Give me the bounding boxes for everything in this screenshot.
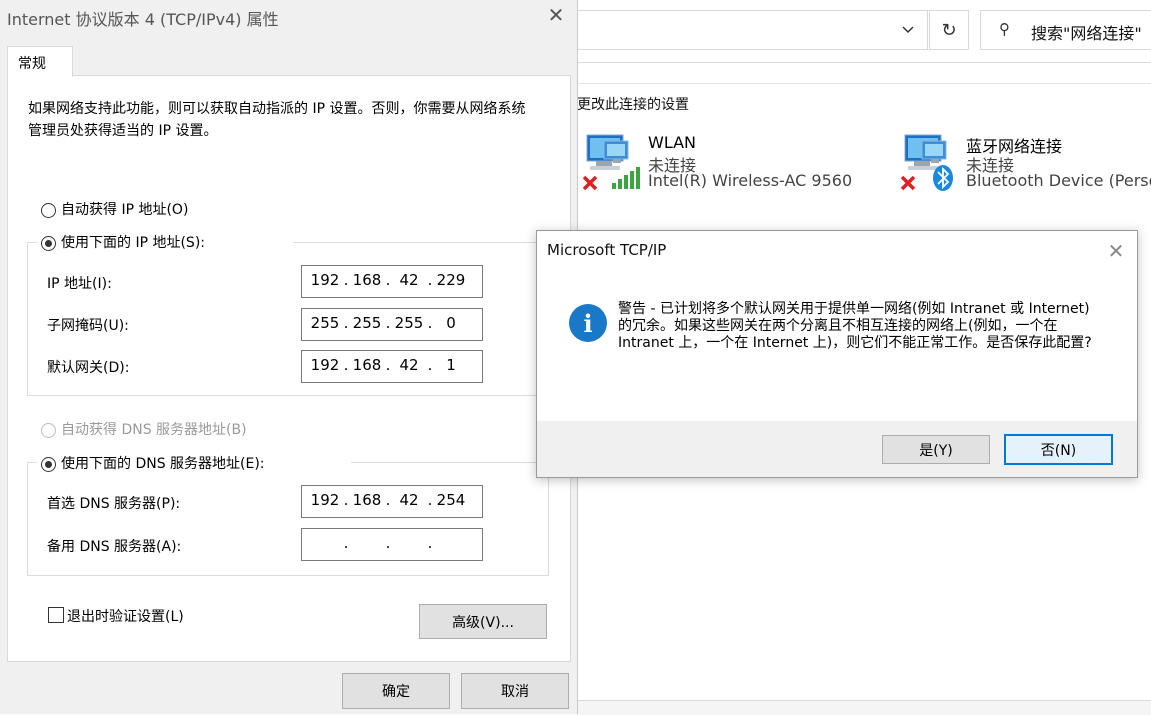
dialog-title: Internet 协议版本 4 (TCP/IPv4) 属性 <box>7 10 279 29</box>
ok-button-label: 确定 <box>382 684 410 700</box>
bluetooth-adapter-icon <box>900 134 953 191</box>
octet-dot: . <box>343 491 349 509</box>
preferred-dns-label: 首选 DNS 服务器(P): <box>47 496 181 512</box>
octet-dot: . <box>385 534 391 552</box>
chevron-down-icon[interactable] <box>893 11 923 49</box>
command-bar: 更改此连接的设置 <box>577 83 1151 124</box>
ipv4-properties-dialog: Internet 协议版本 4 (TCP/IPv4) 属性 ✕ 常规 如果网络支… <box>0 0 578 714</box>
tab-general[interactable]: 常规 <box>7 46 73 77</box>
yes-button[interactable]: 是(Y) <box>882 435 990 464</box>
warning-message: 警告 - 已计划将多个默认网关用于提供单一网络(例如 Intranet 或 In… <box>618 301 1092 351</box>
cancel-button[interactable]: 取消 <box>461 673 569 709</box>
auto-dns-label: 自动获得 DNS 服务器地址(B) <box>61 422 247 438</box>
search-placeholder: 搜索"网络连接" <box>1031 24 1142 43</box>
general-panel: 如果网络支持此功能，则可以获取自动指派的 IP 设置。否则，你需要从网络系统管理… <box>7 75 571 662</box>
validate-checkbox[interactable] <box>48 607 64 623</box>
octet-dot: . <box>343 534 349 552</box>
octet-dot: . <box>427 356 433 374</box>
octet-dot: . <box>427 534 433 552</box>
tab-label: 常规 <box>18 56 46 72</box>
octet: 42 <box>399 491 419 509</box>
octet: 1 <box>446 356 456 374</box>
octet-dot: . <box>385 314 391 332</box>
octet: 192 <box>310 356 340 374</box>
ip-address-field[interactable]: 192 . 168 . 42 . 229 <box>301 265 483 298</box>
cancel-button-label: 取消 <box>501 684 529 700</box>
manual-dns-radio[interactable] <box>41 457 56 472</box>
yes-button-label: 是(Y) <box>919 442 953 459</box>
close-icon[interactable]: ✕ <box>545 4 567 26</box>
alternate-dns-field[interactable]: . . . <box>301 528 483 561</box>
alternate-dns-label: 备用 DNS 服务器(A): <box>47 539 182 555</box>
manual-ip-label: 使用下面的 IP 地址(S): <box>61 235 205 251</box>
octet: 255 <box>352 314 382 332</box>
default-gateway-label: 默认网关(D): <box>47 360 130 376</box>
search-box[interactable]: ⚲ 搜索"网络连接" <box>980 10 1151 50</box>
change-settings-command[interactable]: 更改此连接的设置 <box>577 94 689 114</box>
connection-device: Intel(R) Wireless-AC 9560 <box>648 171 853 190</box>
manual-ip-radio[interactable] <box>41 236 56 251</box>
connection-item-bluetooth[interactable]: 蓝牙网络连接 未连接 Bluetooth Device (Person <box>900 133 1151 195</box>
octet-dot: . <box>427 271 433 289</box>
octet: 254 <box>436 491 466 509</box>
tcpip-warning-dialog: Microsoft TCP/IP ✕ i 警告 - 已计划将多个默认网关用于提供… <box>536 230 1138 478</box>
connection-item-wlan[interactable]: WLAN 未连接 Intel(R) Wireless-AC 9560 <box>582 133 872 195</box>
validate-label: 退出时验证设置(L) <box>67 609 184 625</box>
default-gateway-field[interactable]: 192 . 168 . 42 . 1 <box>301 350 483 383</box>
warning-title: Microsoft TCP/IP <box>547 241 667 259</box>
octet: 255 <box>310 314 340 332</box>
info-icon: i <box>569 304 607 342</box>
search-icon: ⚲ <box>999 20 1010 38</box>
connection-name: WLAN <box>648 133 697 152</box>
explorer-toolbar: ↻ ⚲ 搜索"网络连接" <box>575 0 1151 63</box>
octet: 229 <box>436 271 466 289</box>
no-button[interactable]: 否(N) <box>1004 434 1113 465</box>
octet-dot: . <box>385 356 391 374</box>
octet: 168 <box>352 271 382 289</box>
description-text: 如果网络支持此功能，则可以获取自动指派的 IP 设置。否则，你需要从网络系统管理… <box>28 101 526 139</box>
auto-ip-label: 自动获得 IP 地址(O) <box>61 202 189 218</box>
subnet-mask-field[interactable]: 255 . 255 . 255 . 0 <box>301 308 483 341</box>
preferred-dns-field[interactable]: 192 . 168 . 42 . 254 <box>301 485 483 518</box>
ok-button[interactable]: 确定 <box>342 673 450 709</box>
octet-dot: . <box>343 314 349 332</box>
wifi-adapter-icon <box>582 134 640 191</box>
octet: 192 <box>310 491 340 509</box>
octet: 168 <box>352 356 382 374</box>
no-button-label: 否(N) <box>1040 442 1077 459</box>
status-bar <box>577 700 1151 715</box>
octet-dot: . <box>343 356 349 374</box>
auto-dns-radio[interactable] <box>41 423 56 438</box>
octet-dot: . <box>427 314 433 332</box>
octet: 192 <box>310 271 340 289</box>
octet: 168 <box>352 491 382 509</box>
advanced-button[interactable]: 高级(V)... <box>419 604 547 639</box>
octet-dot: . <box>385 271 391 289</box>
refresh-icon[interactable]: ↻ <box>929 10 969 50</box>
connection-device: Bluetooth Device (Person <box>966 171 1151 190</box>
address-bar[interactable] <box>575 10 928 50</box>
octet-dot: . <box>427 491 433 509</box>
octet: 0 <box>446 314 456 332</box>
auto-ip-radio[interactable] <box>41 203 56 218</box>
octet: 42 <box>399 271 419 289</box>
octet-dot: . <box>343 271 349 289</box>
advanced-button-label: 高级(V)... <box>452 614 514 631</box>
octet: 255 <box>394 314 424 332</box>
octet: 42 <box>399 356 419 374</box>
octet-dot: . <box>385 491 391 509</box>
close-icon[interactable]: ✕ <box>1105 239 1127 263</box>
ip-address-label: IP 地址(I): <box>47 276 112 292</box>
manual-dns-label: 使用下面的 DNS 服务器地址(E): <box>61 456 265 472</box>
subnet-mask-label: 子网掩码(U): <box>47 318 129 334</box>
